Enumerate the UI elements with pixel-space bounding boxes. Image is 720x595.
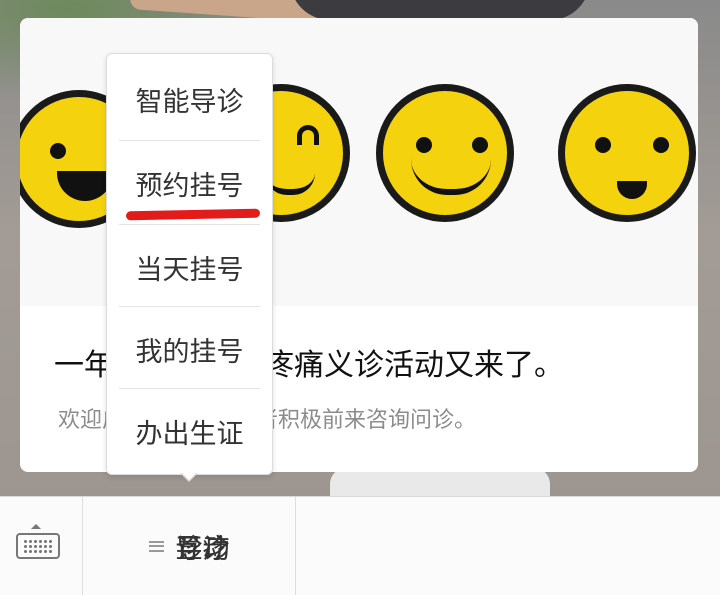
- menu-icon: [148, 540, 164, 552]
- background-person: [290, 0, 590, 20]
- menu-item-birth-certificate[interactable]: 办出生证: [107, 390, 272, 472]
- menu-item-my-registrations[interactable]: 我的挂号: [107, 308, 272, 390]
- menu-item-same-day-registration[interactable]: 当天挂号: [107, 226, 272, 308]
- popup-arrow-fill: [181, 472, 197, 480]
- keyboard-toggle-button[interactable]: [0, 497, 83, 595]
- menu-divider: [119, 388, 260, 389]
- keyboard-icon: [16, 524, 60, 559]
- smiley-face-icon: [558, 84, 696, 222]
- smiley-face-icon: [376, 84, 514, 222]
- menu-divider: [119, 140, 260, 141]
- menu-divider: [119, 224, 260, 225]
- bottom-menu-bar: 导诊 诊疗 互动: [0, 496, 720, 595]
- tab-label: 互动: [175, 533, 230, 565]
- menu-divider: [119, 306, 260, 307]
- tab-interaction[interactable]: 互动: [83, 497, 295, 595]
- popup-menu: 智能导诊 预约挂号 当天挂号 我的挂号 办出生证: [106, 53, 273, 475]
- menu-item-smart-guide[interactable]: 智能导诊: [107, 58, 272, 140]
